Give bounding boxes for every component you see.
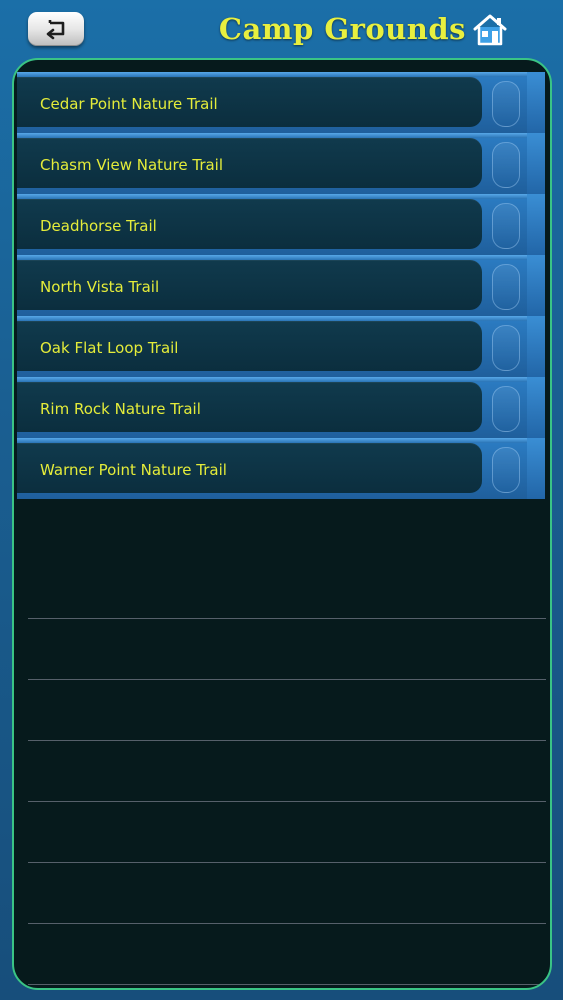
trail-list-panel: Cedar Point Nature Trail Chasm View Natu…: [12, 58, 552, 990]
list-item-edge: [527, 255, 545, 316]
house-icon[interactable]: [472, 12, 508, 48]
list-item-edge: [527, 72, 545, 133]
list-item-body[interactable]: Warner Point Nature Trail: [17, 443, 482, 493]
list-item-toggle[interactable]: [492, 325, 520, 371]
list-item-toggle[interactable]: [492, 203, 520, 249]
app-header: Camp Grounds: [0, 0, 563, 60]
list-item-edge: [527, 133, 545, 194]
list-item-label: Cedar Point Nature Trail: [40, 95, 218, 113]
trail-list: Cedar Point Nature Trail Chasm View Natu…: [17, 72, 545, 499]
empty-row: [28, 863, 546, 924]
list-item[interactable]: Oak Flat Loop Trail: [17, 316, 545, 377]
list-item[interactable]: Warner Point Nature Trail: [17, 438, 545, 499]
list-item-edge: [527, 316, 545, 377]
list-item-toggle[interactable]: [492, 142, 520, 188]
list-item[interactable]: North Vista Trail: [17, 255, 545, 316]
list-item-label: Warner Point Nature Trail: [40, 461, 227, 479]
list-item[interactable]: Cedar Point Nature Trail: [17, 72, 545, 133]
empty-row: [28, 802, 546, 863]
list-item-label: Chasm View Nature Trail: [40, 156, 224, 174]
list-item-edge: [527, 194, 545, 255]
list-item-edge: [527, 377, 545, 438]
empty-row: [28, 619, 546, 680]
list-item[interactable]: Rim Rock Nature Trail: [17, 377, 545, 438]
empty-row: [28, 741, 546, 802]
back-button[interactable]: [28, 12, 84, 46]
return-arrow-icon: [46, 20, 65, 40]
list-item-edge: [527, 438, 545, 499]
list-item-body[interactable]: Rim Rock Nature Trail: [17, 382, 482, 432]
list-item[interactable]: Chasm View Nature Trail: [17, 133, 545, 194]
list-item-label: Deadhorse Trail: [40, 217, 157, 235]
list-item-body[interactable]: Deadhorse Trail: [17, 199, 482, 249]
empty-row: [28, 924, 546, 985]
empty-row: [28, 558, 546, 619]
page-title: Camp Grounds: [218, 12, 466, 46]
empty-row: [28, 680, 546, 741]
list-item-body[interactable]: North Vista Trail: [17, 260, 482, 310]
list-item-toggle[interactable]: [492, 386, 520, 432]
list-item-body[interactable]: Oak Flat Loop Trail: [17, 321, 482, 371]
empty-row-separators: [28, 558, 546, 985]
list-item-label: Oak Flat Loop Trail: [40, 339, 179, 357]
list-item-toggle[interactable]: [492, 81, 520, 127]
list-item-body[interactable]: Cedar Point Nature Trail: [17, 77, 482, 127]
list-item-toggle[interactable]: [492, 264, 520, 310]
list-item-label: Rim Rock Nature Trail: [40, 400, 201, 418]
list-item[interactable]: Deadhorse Trail: [17, 194, 545, 255]
list-item-body[interactable]: Chasm View Nature Trail: [17, 138, 482, 188]
list-item-label: North Vista Trail: [40, 278, 160, 296]
list-item-toggle[interactable]: [492, 447, 520, 493]
